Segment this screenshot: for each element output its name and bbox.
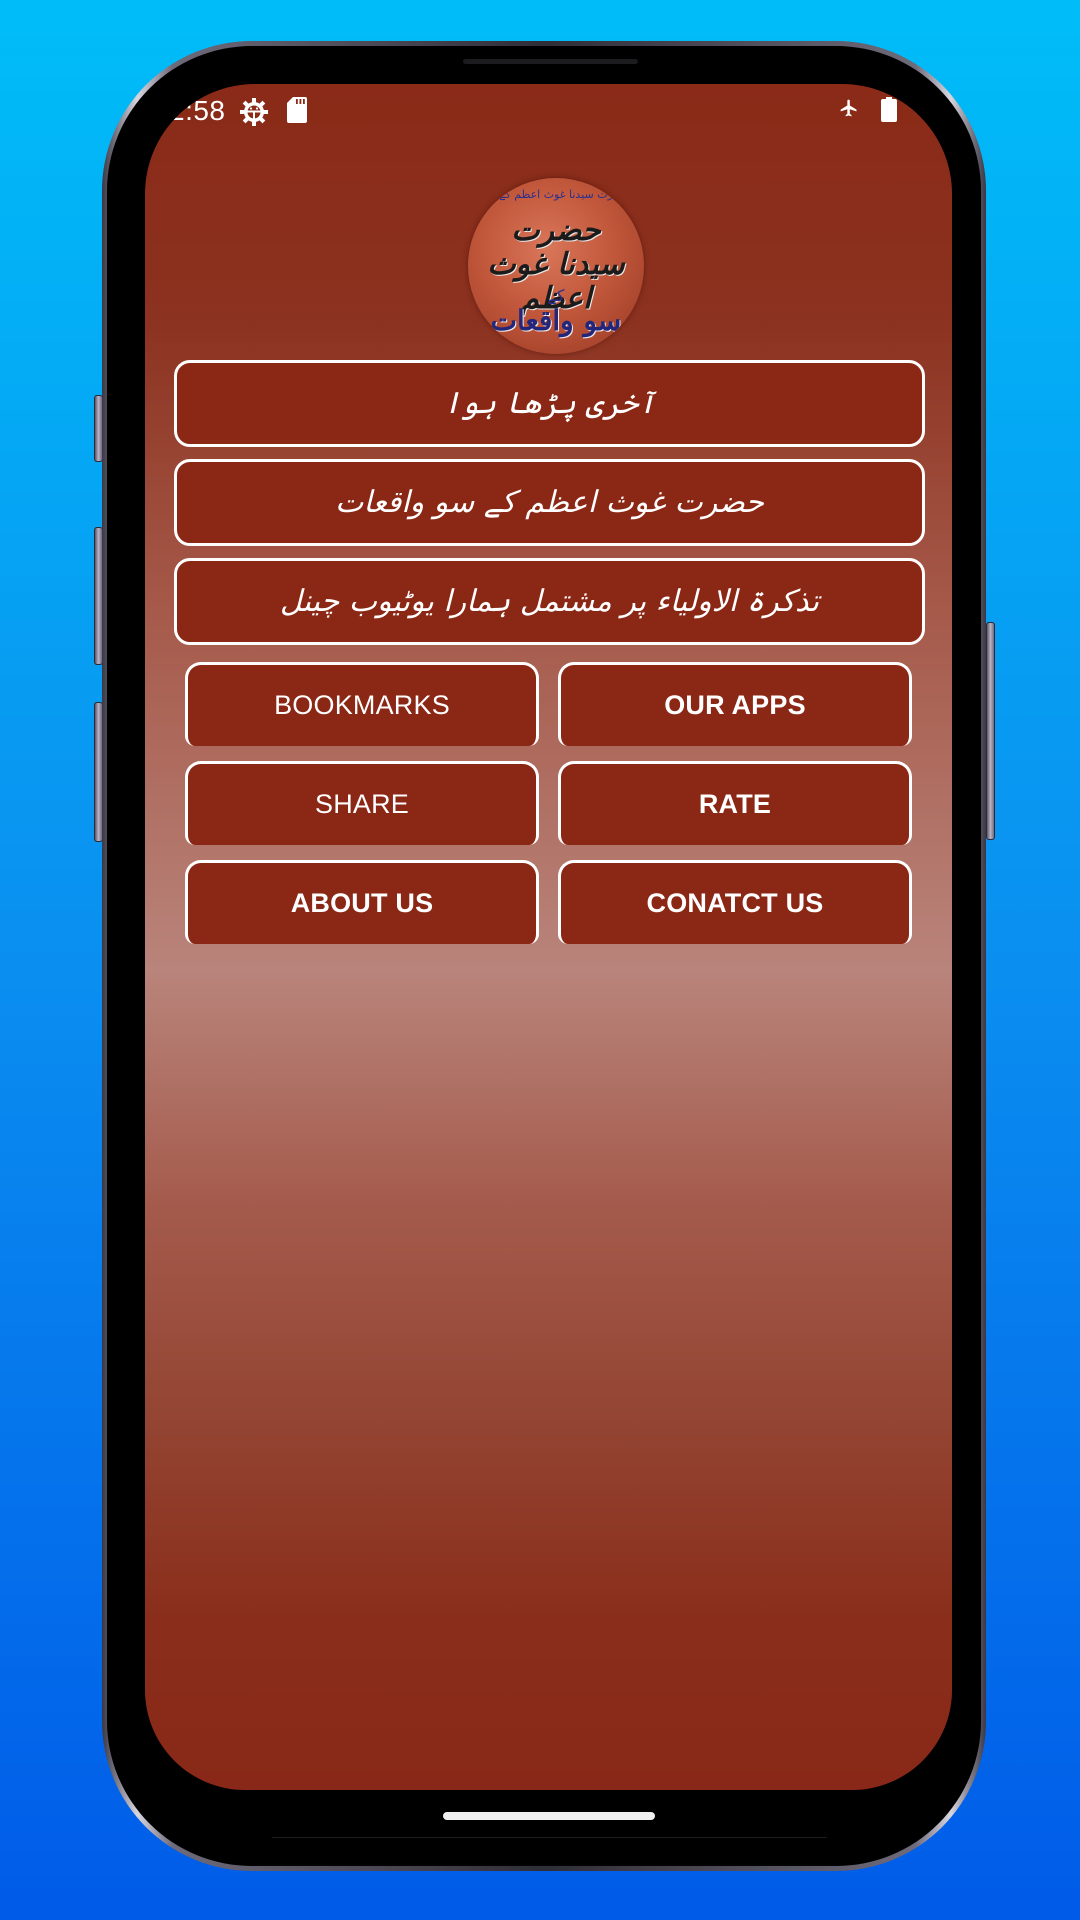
youtube-channel-button[interactable]: تذکرۃ الاولیاء پر مشتمل ہمارا یوٹیوب چین… <box>174 558 925 645</box>
home-indicator[interactable] <box>443 1812 655 1820</box>
last-read-button[interactable]: آخری پڑھا ہوا <box>174 360 925 447</box>
share-button[interactable]: SHARE <box>185 761 539 845</box>
rate-button[interactable]: RATE <box>558 761 912 845</box>
bezel-line <box>272 1837 827 1838</box>
share-label: SHARE <box>314 789 410 819</box>
phone-power-button <box>986 622 995 840</box>
battery-icon <box>881 97 897 122</box>
status-time: 2:58 <box>169 95 226 126</box>
status-bar: 2:58 <box>145 84 952 164</box>
our-apps-button[interactable]: OUR APPS <box>558 662 912 746</box>
our-apps-label: OUR APPS <box>664 690 806 720</box>
sd-card-icon <box>287 97 307 123</box>
app-logo: حضرت سیدنا غوث اعظم کے دل افروز واقعات پ… <box>468 178 644 354</box>
logo-top-line: حضرت سیدنا غوث اعظم کے دل افروز واقعات پ… <box>482 188 630 201</box>
phone-frame: 2:58 حضرت سیدنا غوث اعظم کے دل حضرت سیدن… <box>102 41 986 1871</box>
logo-subtitle: سو واقعات <box>490 304 622 337</box>
logo-connector: کے <box>547 286 565 305</box>
phone-speaker <box>463 59 638 64</box>
airplane-mode-icon <box>840 99 857 117</box>
app-screen: 2:58 حضرت سیدنا غوث اعظم کے دل حضرت سیدن… <box>145 84 952 1790</box>
about-us-button[interactable]: ABOUT US <box>185 860 539 944</box>
gear-icon <box>240 98 268 126</box>
youtube-channel-label: تذکرۃ الاولیاء پر مشتمل ہمارا یوٹیوب چین… <box>279 584 820 619</box>
phone-bezel: 2:58 حضرت سیدنا غوث اعظم کے دل حضرت سیدن… <box>107 46 981 1866</box>
contact-us-button[interactable]: CONATCT US <box>558 860 912 944</box>
last-read-label: آخری پڑھا ہوا <box>443 386 656 421</box>
hundred-stories-label: حضرت غوث اعظم کے سو واقعات <box>335 485 764 520</box>
rate-label: RATE <box>698 789 772 819</box>
hundred-stories-button[interactable]: حضرت غوث اعظم کے سو واقعات <box>174 459 925 546</box>
about-us-label: ABOUT US <box>290 888 434 918</box>
contact-us-label: CONATCT US <box>646 888 824 918</box>
bookmarks-button[interactable]: BOOKMARKS <box>185 662 539 746</box>
bookmarks-label: BOOKMARKS <box>274 690 450 720</box>
